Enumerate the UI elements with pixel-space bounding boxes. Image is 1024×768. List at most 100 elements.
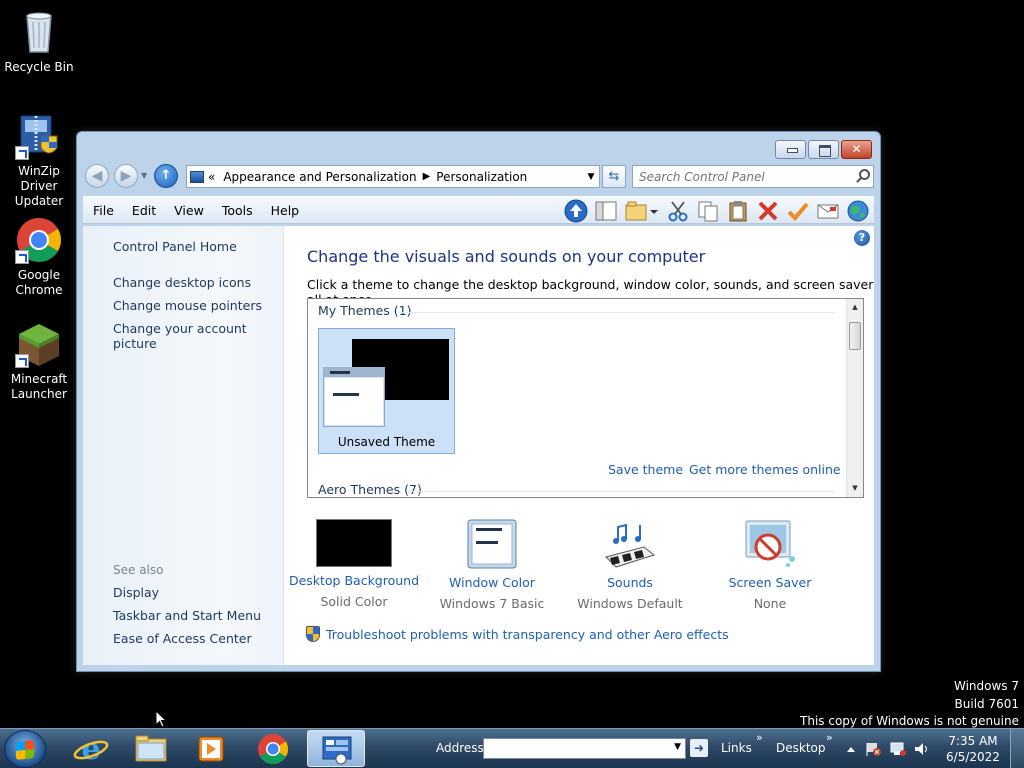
taskbar-links-toolbar[interactable]: Links [721,741,752,755]
option-title[interactable]: Screen Saver [700,575,840,590]
folder-icon [135,735,167,762]
checkmark-icon[interactable] [786,199,810,223]
copy-icon[interactable] [696,199,720,223]
forward-button[interactable]: ▶ [114,164,138,188]
menu-file[interactable]: File [83,203,123,218]
left-navigation-pane: Control Panel Home Change desktop icons … [83,226,284,665]
unsaved-theme-tile[interactable]: Unsaved Theme [318,328,455,454]
sounds-option[interactable]: Sounds Windows Default [560,519,700,611]
help-icon[interactable]: ? [854,230,870,246]
desktop-background-option[interactable]: Desktop Background Solid Color [284,519,424,609]
links-expand-icon[interactable]: » [756,731,763,744]
scroll-thumb[interactable] [849,322,861,350]
menu-help[interactable]: Help [262,203,309,218]
desktop-icon-winzip[interactable]: WinZip Driver Updater [1,112,77,209]
menu-view[interactable]: View [165,203,213,218]
show-hidden-icons-icon[interactable] [847,747,855,752]
refresh-button[interactable]: ⇆ [602,165,626,188]
chevron-down-icon[interactable]: ▼ [583,172,599,182]
screen-saver-icon [732,519,808,569]
taskbar-media-player[interactable] [182,730,240,767]
taskbar-chrome[interactable] [244,730,302,767]
start-button[interactable] [4,730,46,768]
taskbar-address-input[interactable] [484,739,664,758]
panel-icon[interactable] [594,199,618,223]
taskbar-internet-explorer[interactable]: e [62,730,120,767]
email-icon[interactable] [816,199,840,223]
folders-icon[interactable] [624,199,660,223]
screen-saver-option[interactable]: Screen Saver None [700,519,840,611]
shortcut-arrow-icon [15,250,29,264]
content-area: Control Panel Home Change desktop icons … [83,226,874,665]
search-box[interactable] [632,165,874,188]
cut-icon[interactable] [666,199,690,223]
up-level-button[interactable]: ↑ [154,164,178,188]
taskbar-control-panel[interactable] [307,730,365,767]
search-input[interactable] [633,166,848,187]
change-mouse-pointers-link[interactable]: Change mouse pointers [113,298,262,313]
menu-tools[interactable]: Tools [213,203,262,218]
delete-icon[interactable] [756,199,780,223]
taskbar-desktop-toolbar[interactable]: Desktop [776,741,826,755]
network-icon[interactable] [890,742,906,756]
window-color-option[interactable]: Window Color Windows 7 Basic [422,519,562,611]
chevron-down-icon[interactable]: ▼ [674,742,681,752]
internet-explorer-icon: e [73,732,109,767]
see-also-heading: See also [113,563,164,577]
main-pane: ? Change the visuals and sounds on your … [284,226,874,665]
notification-area [845,741,935,760]
option-title[interactable]: Sounds [560,575,700,590]
maximize-button[interactable] [808,140,839,159]
svg-text:e: e [81,732,100,767]
paste-icon[interactable] [726,199,750,223]
menu-edit[interactable]: Edit [123,203,165,218]
close-button[interactable]: ✕ [841,140,872,159]
control-panel-home-link[interactable]: Control Panel Home [113,239,237,254]
action-center-flag-icon[interactable] [866,743,881,756]
desktop-icon-recycle-bin[interactable]: Recycle Bin [1,8,77,75]
back-button[interactable]: ◀ [85,164,109,188]
desktop-expand-icon[interactable]: » [826,731,833,744]
ease-of-access-link[interactable]: Ease of Access Center [113,631,252,646]
group-divider [408,491,835,492]
desktop-icon-chrome[interactable]: Google Chrome [1,216,77,298]
desktop-background-icon [316,519,392,567]
recent-pages-dropdown[interactable]: ▼ [141,171,147,180]
option-title[interactable]: Window Color [422,575,562,590]
display-link[interactable]: Display [113,585,159,600]
globe-icon[interactable] [846,199,870,223]
troubleshoot-aero-link[interactable]: Troubleshoot problems with transparency … [306,626,729,642]
go-arrow-icon[interactable]: ➜ [690,739,708,757]
recycle-bin-icon [15,8,63,56]
get-more-themes-link[interactable]: Get more themes online [689,462,841,477]
scroll-up-arrow-icon[interactable]: ▲ [847,299,863,316]
up-arrow-icon[interactable] [564,199,588,223]
chrome-icon [258,734,289,765]
address-bar[interactable]: « Appearance and Personalization ▶ Perso… [186,165,600,188]
personalization-window: ✕ ◀ ▶ ▼ ↑ « Appearance and Personalizati… [76,131,881,672]
chevron-right-icon[interactable]: ▶ [423,171,431,182]
troubleshoot-text[interactable]: Troubleshoot problems with transparency … [326,627,729,642]
desktop-icon-minecraft[interactable]: Minecraft Launcher [1,320,77,402]
scroll-down-arrow-icon[interactable]: ▼ [847,480,863,497]
volume-icon[interactable] [915,743,927,755]
change-desktop-icons-link[interactable]: Change desktop icons [113,275,251,290]
themes-scrollbar[interactable]: ▲ ▼ [846,299,863,497]
clock-date: 6/5/2022 [946,750,1000,764]
taskbar-address-field[interactable]: ▼ [483,738,686,759]
my-themes-group: My Themes (1) [318,303,412,318]
option-title[interactable]: Desktop Background [284,573,424,588]
taskbar-start-menu-link[interactable]: Taskbar and Start Menu [113,608,261,623]
search-icon[interactable] [855,169,870,183]
show-desktop-button[interactable] [1010,729,1024,768]
theme-label: Unsaved Theme [337,435,436,449]
system-clock[interactable]: 7:35 AM 6/5/2022 [943,733,1003,765]
breadcrumb-prefix[interactable]: « [208,170,215,184]
desktop-icon-label: WinZip Driver Updater [14,164,64,208]
breadcrumb-personalization[interactable]: Personalization [436,170,527,184]
change-account-picture-link[interactable]: Change your account picture [113,321,283,351]
minimize-button[interactable] [775,140,806,159]
save-theme-link[interactable]: Save theme [608,462,683,477]
breadcrumb-appearance[interactable]: Appearance and Personalization [223,170,416,184]
taskbar-explorer[interactable] [122,730,180,767]
